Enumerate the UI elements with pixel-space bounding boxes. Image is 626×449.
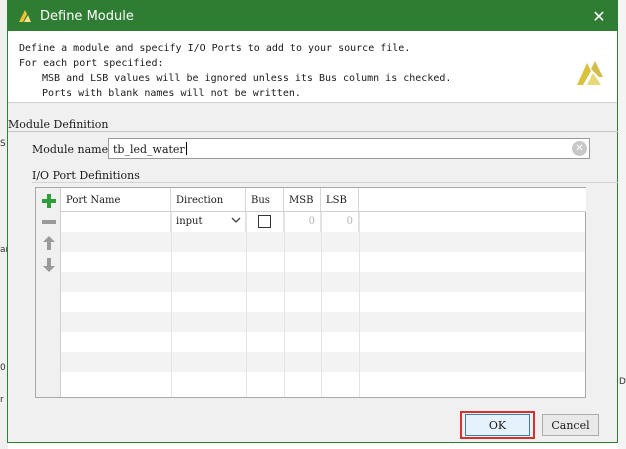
msb-cell[interactable]: 0 bbox=[284, 212, 321, 232]
direction-value: input bbox=[176, 216, 203, 227]
text-caret bbox=[185, 142, 187, 155]
column-header-filler bbox=[359, 188, 586, 212]
move-down-button[interactable] bbox=[40, 256, 58, 274]
port-grid: Port Name Direction Bus MSB LSB input 0 … bbox=[61, 188, 586, 397]
close-button[interactable]: ✕ bbox=[581, 1, 617, 31]
background-text-fragment: r bbox=[0, 395, 4, 405]
module-definition-heading: Module Definition bbox=[8, 118, 109, 131]
column-header-bus[interactable]: Bus bbox=[246, 188, 284, 212]
add-port-button[interactable] bbox=[40, 192, 58, 210]
column-divider bbox=[321, 212, 322, 397]
background-text-fragment: DS bbox=[619, 377, 626, 387]
move-up-button[interactable] bbox=[40, 234, 58, 252]
table-row[interactable] bbox=[61, 372, 585, 397]
table-row[interactable] bbox=[61, 272, 585, 292]
column-divider bbox=[359, 212, 360, 397]
bus-checkbox-cell[interactable] bbox=[246, 212, 284, 232]
description-banner: Define a module and specify I/O Ports to… bbox=[8, 31, 617, 103]
table-row[interactable]: input 0 0 bbox=[61, 212, 585, 232]
direction-select[interactable]: input bbox=[171, 212, 246, 232]
description-line: Ports with blank names will not be writt… bbox=[42, 88, 301, 99]
io-port-definitions-heading: I/O Port Definitions bbox=[32, 169, 140, 182]
arrow-down-icon bbox=[43, 258, 55, 272]
description-line: MSB and LSB values will be ignored unles… bbox=[42, 73, 452, 84]
background-text-fragment: S bbox=[0, 139, 6, 149]
table-row[interactable] bbox=[61, 332, 585, 352]
remove-port-button[interactable] bbox=[40, 213, 58, 231]
column-header-direction[interactable]: Direction bbox=[171, 188, 246, 212]
port-name-cell[interactable] bbox=[61, 212, 171, 232]
vivado-app-icon bbox=[12, 1, 38, 31]
table-row[interactable] bbox=[61, 352, 585, 372]
ok-button[interactable]: OK bbox=[465, 414, 530, 436]
port-table: Port Name Direction Bus MSB LSB input 0 … bbox=[35, 187, 586, 398]
column-divider bbox=[171, 212, 172, 397]
close-icon: ✕ bbox=[592, 6, 606, 26]
arrow-up-icon bbox=[43, 236, 55, 250]
bus-checkbox[interactable] bbox=[258, 215, 271, 228]
module-name-value: tb_led_water bbox=[113, 143, 185, 156]
column-divider bbox=[246, 212, 247, 397]
minus-icon bbox=[42, 220, 56, 224]
port-table-toolbar bbox=[36, 188, 61, 397]
table-row[interactable] bbox=[61, 252, 585, 272]
background-text-fragment: 0 bbox=[0, 363, 6, 373]
dialog-title: Define Module bbox=[40, 8, 134, 24]
plus-icon bbox=[42, 194, 56, 208]
table-row[interactable] bbox=[61, 232, 585, 252]
xilinx-logo-icon bbox=[573, 57, 605, 89]
module-name-label: Module name: bbox=[32, 143, 112, 156]
lsb-cell[interactable]: 0 bbox=[321, 212, 359, 232]
table-row[interactable] bbox=[61, 312, 585, 332]
column-header-msb[interactable]: MSB bbox=[284, 188, 321, 212]
section-divider bbox=[8, 131, 618, 132]
description-line: Define a module and specify I/O Ports to… bbox=[19, 43, 411, 54]
description-line: For each port specified: bbox=[19, 58, 164, 69]
module-name-input[interactable]: tb_led_water bbox=[108, 138, 590, 159]
cancel-button[interactable]: Cancel bbox=[542, 414, 599, 436]
column-divider bbox=[284, 212, 285, 397]
chevron-down-icon bbox=[231, 217, 241, 223]
section-divider bbox=[32, 182, 618, 183]
title-bar[interactable]: Define Module ✕ bbox=[8, 1, 617, 31]
column-header-lsb[interactable]: LSB bbox=[321, 188, 359, 212]
table-row[interactable] bbox=[61, 292, 585, 312]
clear-input-icon[interactable]: ✕ bbox=[572, 141, 587, 156]
column-header-port-name[interactable]: Port Name bbox=[61, 188, 171, 212]
module-name-label-text: Module name: bbox=[32, 143, 112, 156]
